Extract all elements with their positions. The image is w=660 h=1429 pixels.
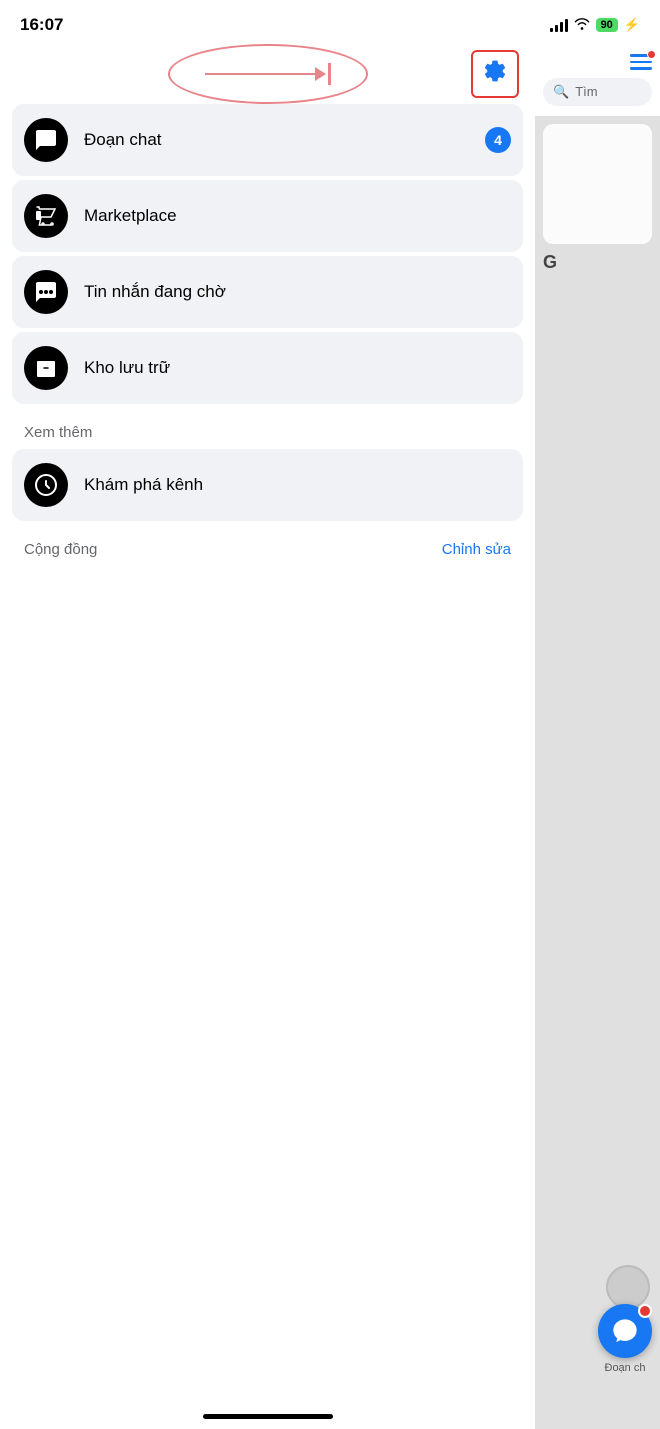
right-header: 🔍 Tìm: [535, 44, 660, 116]
wifi-icon: [574, 17, 590, 33]
explore-channel-icon: [24, 463, 68, 507]
menu-label-marketplace: Marketplace: [84, 206, 511, 226]
right-search-bar[interactable]: 🔍 Tìm: [543, 78, 652, 106]
more-menu-list: Khám phá kênh: [0, 449, 535, 521]
status-bar: 16:07 90 ⚡: [0, 0, 660, 44]
fab-label: Đoạn ch: [605, 1362, 646, 1374]
gear-icon: [482, 58, 508, 91]
hamburger-menu-button[interactable]: [630, 54, 652, 70]
menu-label-kho-luu-tru: Kho lưu trữ: [84, 358, 511, 378]
messenger-fab-area: Đoạn ch: [598, 1304, 652, 1374]
doan-chat-badge: 4: [485, 127, 511, 153]
avatar-area: [606, 1265, 650, 1309]
right-panel: 🔍 Tìm G Đoạn ch: [535, 44, 660, 1429]
menu-item-marketplace[interactable]: Marketplace: [12, 180, 523, 252]
menu-label-doan-chat: Đoạn chat: [84, 130, 469, 150]
community-label: Cộng đồng: [24, 541, 97, 558]
search-icon: 🔍: [553, 84, 569, 100]
right-blur-card: [543, 124, 652, 244]
right-icons-row: [543, 54, 652, 70]
arrow-annotation: [168, 44, 368, 104]
main-layout: Đoạn chat 4 Marketplace: [0, 44, 660, 1429]
menu-item-kham-pha-kenh[interactable]: Khám phá kênh: [12, 449, 523, 521]
community-section-header: Cộng đồng Chỉnh sửa: [0, 525, 535, 566]
edit-community-button[interactable]: Chỉnh sửa: [442, 541, 511, 558]
marketplace-icon: [24, 194, 68, 238]
notification-icon: ⚡: [624, 17, 640, 33]
messenger-fab-button[interactable]: [598, 1304, 652, 1358]
menu-list: Đoạn chat 4 Marketplace: [0, 104, 535, 404]
signal-icon: [550, 18, 568, 32]
menu-label-tin-nhan-cho: Tin nhắn đang chờ: [84, 282, 511, 302]
archive-icon: [24, 346, 68, 390]
menu-item-kho-luu-tru[interactable]: Kho lưu trữ: [12, 332, 523, 404]
hamburger-line-3: [630, 67, 652, 70]
menu-item-tin-nhan-cho[interactable]: Tin nhắn đang chờ: [12, 256, 523, 328]
left-panel: Đoạn chat 4 Marketplace: [0, 44, 535, 1429]
settings-button[interactable]: [471, 50, 519, 98]
right-content: G Đoạn ch: [535, 116, 660, 1429]
header: [0, 44, 535, 104]
see-more-label: Xem thêm: [0, 408, 535, 449]
status-icons: 90 ⚡: [550, 17, 640, 33]
menu-label-kham-pha-kenh: Khám phá kênh: [84, 475, 511, 495]
chat-bubble-icon: [24, 118, 68, 162]
pending-message-icon: [24, 270, 68, 314]
messenger-fab-dot: [638, 1304, 652, 1318]
battery-icon: 90: [596, 18, 618, 32]
gear-button-container: [471, 50, 519, 98]
hamburger-line-2: [630, 61, 652, 64]
right-letter-g: G: [535, 244, 565, 280]
search-placeholder-text: Tìm: [575, 84, 597, 99]
status-time: 16:07: [20, 15, 63, 35]
home-indicator: [203, 1414, 333, 1419]
hamburger-notification-dot: [647, 50, 656, 59]
menu-item-doan-chat[interactable]: Đoạn chat 4: [12, 104, 523, 176]
